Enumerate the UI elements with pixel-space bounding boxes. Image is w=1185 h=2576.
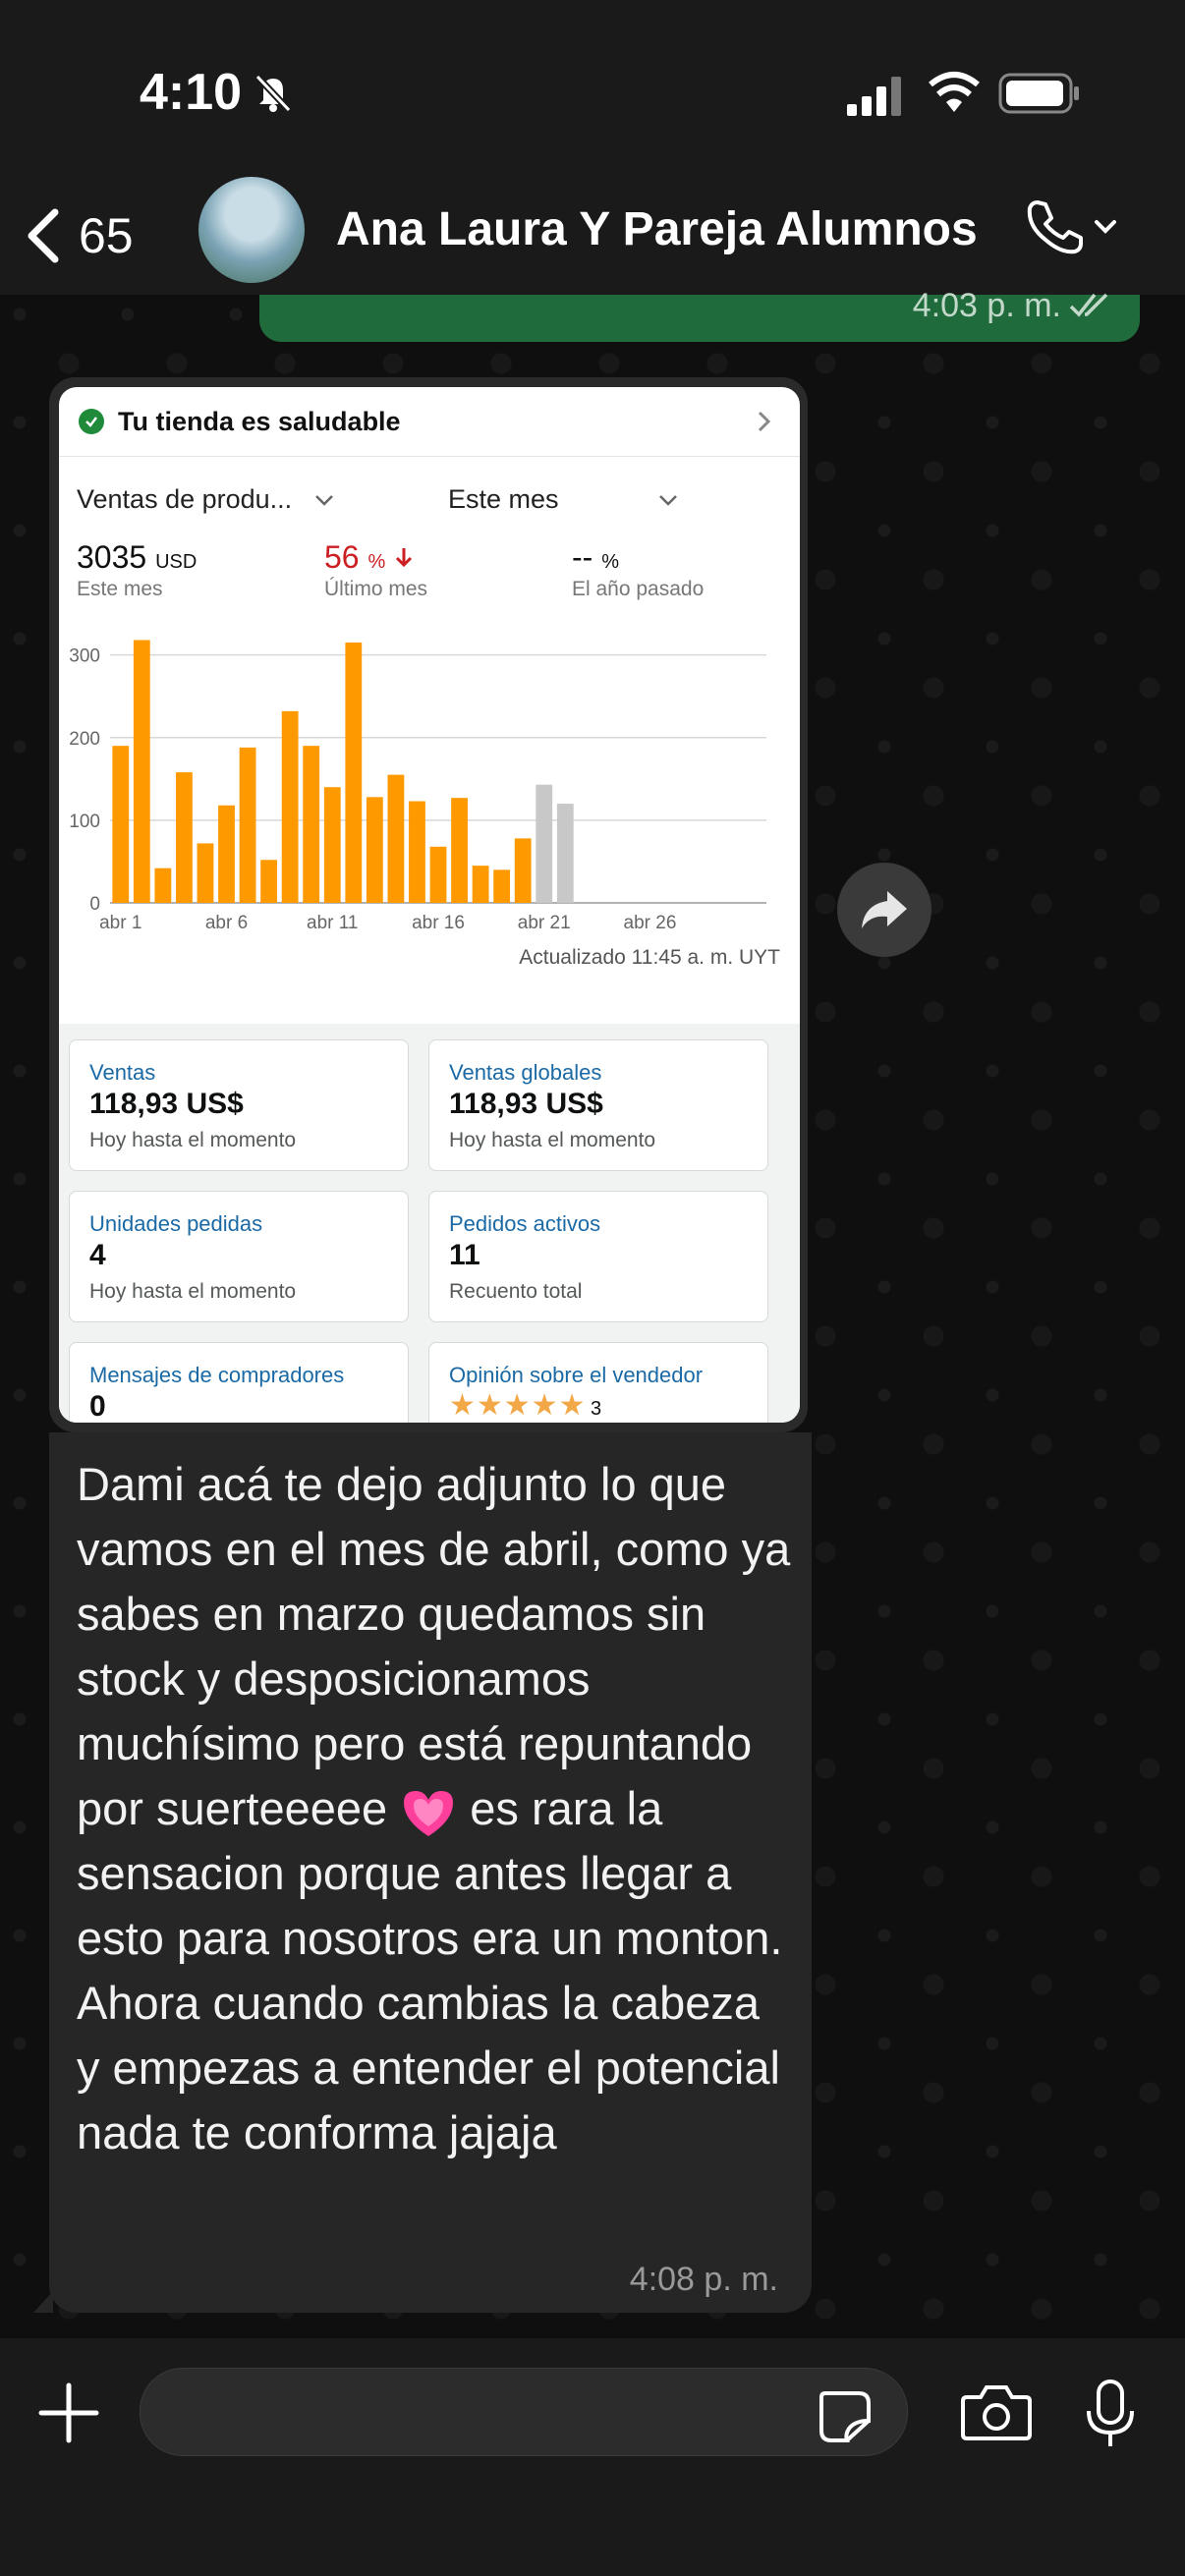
- chart-bar: [493, 869, 511, 903]
- image-message[interactable]: Tu tienda es saludable Ventas de produ..…: [49, 377, 808, 1432]
- cellular-signal-icon: [847, 77, 901, 116]
- camera-icon[interactable]: [961, 2383, 1032, 2440]
- chevron-left-icon: [28, 208, 59, 263]
- forward-button[interactable]: [837, 863, 931, 957]
- message-time: 4:03 p. m.: [912, 287, 1061, 324]
- chart-bar: [472, 866, 489, 903]
- updated-timestamp: Actualizado 11:45 a. m. UYT: [519, 946, 780, 969]
- y-tick-label: 200: [69, 729, 100, 750]
- outgoing-message-bubble[interactable]: 4:03 p. m.: [259, 287, 1140, 342]
- star-rating: ★★★★★: [449, 1389, 587, 1422]
- input-bar: [0, 2338, 1185, 2576]
- chart-bar: [323, 787, 341, 903]
- filters: Ventas de produ... Este mes: [59, 457, 800, 539]
- chart-bar: [345, 643, 363, 903]
- chart-bar: [112, 746, 130, 903]
- message-input[interactable]: [140, 2368, 908, 2456]
- card-global-sales: Ventas globales 118,93 US$ Hoy hasta el …: [428, 1039, 768, 1171]
- incoming-message-bubble[interactable]: Dami acá te dejo adjunto lo que vamos en…: [33, 1432, 812, 2313]
- kpi-cards: Ventas 118,93 US$ Hoy hasta el momento V…: [59, 1024, 800, 1423]
- chevron-down-icon: [313, 484, 335, 515]
- sales-chart: 0 100 200 300 abr 1 abr 6 abr 11 abr 16 abr 21 ab…: [59, 608, 800, 984]
- chart-bar: [303, 746, 320, 903]
- bar-chart: 0 100 200 300 abr 1 abr 6 abr 11 abr 16 abr 21 ab…: [69, 640, 766, 933]
- chart-bar: [260, 860, 278, 903]
- bubble-tail: [33, 2291, 53, 2313]
- x-tick-label: abr 16: [412, 913, 465, 933]
- chart-bar: [514, 838, 532, 903]
- chart-bar: [387, 774, 405, 903]
- metric-last-month: 56 % Último mes: [324, 539, 428, 600]
- chart-bar: [218, 805, 235, 903]
- microphone-icon[interactable]: [1083, 2378, 1138, 2452]
- y-tick-label: 300: [69, 646, 100, 667]
- health-banner: Tu tienda es saludable: [59, 387, 800, 457]
- chat-header: 65 Ana Laura Y Pareja Alumnos: [0, 177, 1185, 295]
- call-button[interactable]: [1024, 196, 1120, 257]
- avatar[interactable]: [198, 177, 305, 283]
- unread-count: 65: [79, 208, 134, 263]
- metrics-row: 3035 USD Este mes 56 % Último mes -- % E…: [59, 539, 800, 608]
- chart-bar: [154, 868, 172, 903]
- chart-bar: [239, 747, 256, 903]
- chart-bar: [176, 772, 193, 903]
- chart-bar: [133, 640, 150, 903]
- double-check-icon: [1069, 293, 1108, 317]
- chart-bar: [366, 797, 383, 903]
- y-tick-label: 0: [89, 894, 100, 915]
- sales-filter: Ventas de produ...: [77, 484, 335, 515]
- card-active-orders: Pedidos activos 11 Recuento total: [428, 1191, 768, 1322]
- chart-bar: [197, 843, 214, 903]
- x-tick-label: abr 6: [205, 913, 248, 933]
- metric-this-month: 3035 USD Este mes: [77, 539, 198, 600]
- battery-icon: [998, 73, 1079, 114]
- chart-bar: [451, 798, 468, 903]
- message-time: 4:08 p. m.: [629, 2261, 778, 2298]
- growing-heart-emoji-icon: [404, 1790, 454, 1836]
- card-seller-feedback: Opinión sobre el vendedor ★★★★★ 3: [428, 1342, 768, 1423]
- bell-slash-icon: [254, 74, 292, 113]
- arrow-down-icon: [396, 548, 413, 568]
- x-tick-label: abr 1: [99, 913, 141, 933]
- y-tick-label: 100: [69, 812, 100, 832]
- status-time: 4:10: [140, 64, 243, 121]
- period-filter: Este mes: [448, 484, 679, 515]
- x-tick-label: abr 26: [624, 913, 677, 933]
- health-status: Tu tienda es saludable: [118, 406, 401, 436]
- share-arrow-icon: [862, 891, 907, 928]
- chat-title[interactable]: Ana Laura Y Pareja Alumnos: [336, 202, 978, 256]
- wifi-icon: [929, 72, 980, 112]
- chevron-down-icon: [657, 484, 679, 515]
- x-tick-label: abr 21: [518, 913, 571, 933]
- back-button[interactable]: 65: [22, 198, 134, 273]
- check-circle-icon: [79, 409, 104, 434]
- message-text: Dami acá te dejo adjunto lo que vamos en…: [77, 1458, 791, 2158]
- chevron-right-icon: [758, 411, 771, 432]
- metric-last-year: -- % El año pasado: [572, 539, 705, 600]
- card-sales: Ventas 118,93 US$ Hoy hasta el momento: [69, 1039, 409, 1171]
- chart-bar: [536, 784, 553, 903]
- card-units-ordered: Unidades pedidas 4 Hoy hasta el momento: [69, 1191, 409, 1322]
- chevron-down-icon: [1095, 220, 1116, 234]
- plus-icon[interactable]: [37, 2381, 100, 2444]
- chart-bar: [281, 710, 299, 903]
- status-bar: 4:10: [0, 0, 1185, 177]
- seller-app-screenshot: Tu tienda es saludable Ventas de produ..…: [59, 387, 800, 1423]
- x-tick-label: abr 11: [307, 913, 358, 933]
- phone-icon: [1027, 200, 1083, 254]
- chart-bar: [556, 804, 574, 903]
- chart-bar: [409, 801, 425, 903]
- chart-bar: [429, 846, 447, 903]
- sticker-icon[interactable]: [816, 2387, 875, 2446]
- card-buyer-messages: Mensajes de compradores 0: [69, 1342, 409, 1423]
